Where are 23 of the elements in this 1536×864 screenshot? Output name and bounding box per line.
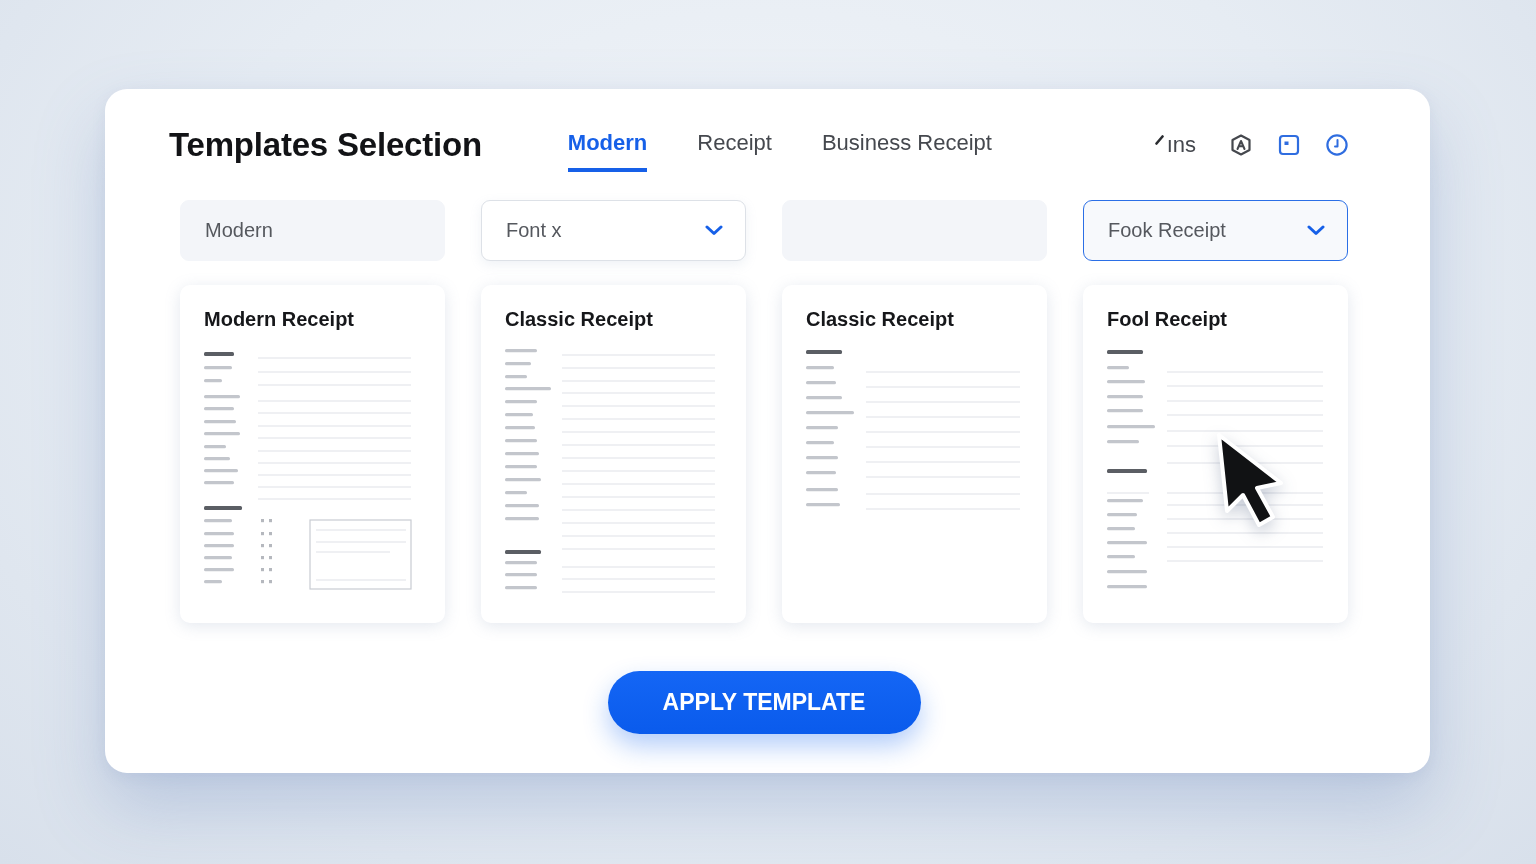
tab[interactable]: Business Receipt: [821, 117, 992, 172]
square-icon[interactable]: [1278, 133, 1300, 156]
slash-icon: [1154, 134, 1164, 145]
template-title: Fool Receipt: [1107, 307, 1228, 332]
hexagon-icon[interactable]: [1230, 133, 1252, 156]
template-title: Classic Receipt: [505, 307, 654, 332]
chevron-down-icon: [1307, 225, 1325, 236]
apply-template-button[interactable]: APPLY TEMPLATE: [607, 671, 921, 734]
template-card[interactable]: Modern Receipt: [180, 285, 445, 623]
input-field[interactable]: Modern: [180, 200, 445, 261]
template-card[interactable]: Fool Receipt: [1083, 285, 1348, 623]
chevron-down-icon: [705, 225, 723, 236]
toolbar-label: ıns: [1166, 131, 1196, 158]
template-title: Classic Receipt: [806, 307, 955, 332]
template-title: Modern Receipt: [204, 307, 356, 332]
template-card[interactable]: Classic Receipt: [782, 285, 1047, 623]
template-card[interactable]: Classic Receipt: [481, 285, 746, 623]
clock-icon[interactable]: [1326, 133, 1348, 156]
tab[interactable]: Receipt: [697, 117, 772, 172]
page-title: Templates Selection: [169, 125, 482, 164]
tab[interactable]: Modern: [567, 117, 648, 172]
dropdown-field[interactable]: Fook Receipt: [1083, 200, 1348, 261]
dropdown-field[interactable]: Font x: [481, 200, 746, 261]
